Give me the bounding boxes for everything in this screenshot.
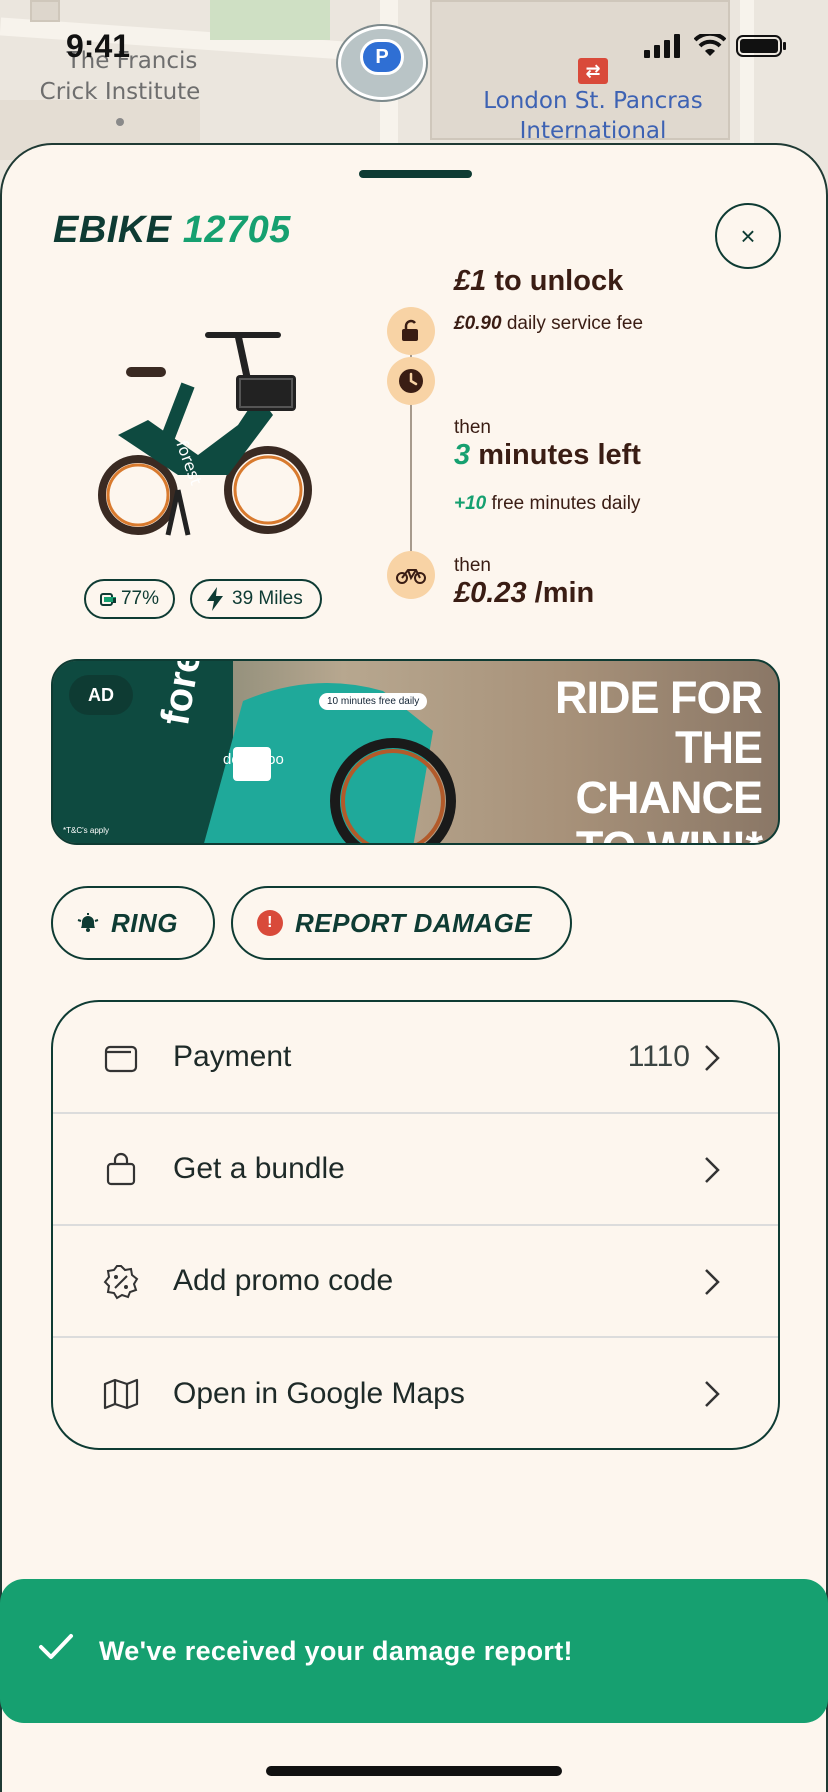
unlock-price-label: to unlock [486, 265, 624, 297]
then-label-2: then [454, 555, 491, 576]
close-icon: × [740, 220, 756, 251]
map-label-st-pancras: London St. Pancras [483, 88, 703, 114]
ad-deliveroo-text: deliveroo [223, 751, 284, 768]
menu-item-payment[interactable]: Payment 1110 [53, 1002, 778, 1114]
parking-icon: P [360, 39, 404, 75]
battery-status-icon [736, 35, 786, 57]
cellular-signal-icon [644, 34, 680, 58]
per-minute-rate-unit: /min [526, 577, 595, 609]
lightning-icon [207, 587, 223, 611]
battery-chip: 77% [84, 579, 175, 619]
menu-item-google-maps[interactable]: Open in Google Maps [53, 1338, 778, 1448]
alert-icon: ! [257, 910, 283, 936]
bike-title-prefix: EBIKE [53, 209, 172, 251]
ad-headline: RIDE FOR THE CHANCE ← TO WIN!* [482, 672, 763, 844]
report-damage-label: REPORT DAMAGE [295, 907, 533, 938]
per-minute-rate-value: £0.23 [454, 577, 527, 609]
wallet-icon [104, 1045, 138, 1073]
ad-headline-line-3: ← TO WIN!* [482, 823, 763, 844]
minutes-left-label: minutes left [470, 439, 641, 471]
google-maps-label: Open in Google Maps [173, 1377, 465, 1410]
range-chip: 39 Miles [190, 579, 322, 619]
bicycle-icon [396, 569, 426, 584]
sheet-grabber[interactable] [359, 170, 472, 178]
unlock-price: £1 to unlock [454, 265, 623, 298]
payment-label: Payment [173, 1040, 292, 1073]
menu-item-bundle[interactable]: Get a bundle [53, 1114, 778, 1226]
chevron-right-icon [705, 1381, 720, 1407]
bundle-label: Get a bundle [173, 1152, 345, 1185]
shopping-bag-icon [106, 1152, 136, 1186]
free-minutes: +10 free minutes daily [454, 493, 640, 515]
minutes-left-value: 3 [454, 439, 471, 471]
ebike-image: forest [98, 332, 312, 536]
close-button[interactable]: × [715, 203, 781, 269]
map-label-international: International [519, 118, 667, 144]
rail-station-icon: ⇄ [578, 58, 608, 84]
ad-frame-text: 10 minutes free daily [319, 693, 428, 710]
chevron-right-icon [705, 1045, 720, 1071]
free-minutes-label: free minutes daily [486, 493, 641, 514]
ad-badge: AD [69, 675, 133, 715]
wifi-icon [694, 34, 726, 56]
service-fee-value: £0.90 [454, 313, 502, 334]
ad-headline-line-1: RIDE FOR [554, 672, 763, 723]
chevron-right-icon [705, 1157, 720, 1183]
per-minute-rate: £0.23 /min [454, 577, 594, 610]
ad-banner[interactable]: forest 10 minutes free daily deliveroo A… [51, 659, 780, 845]
battery-icon [100, 592, 116, 606]
bike-title-number: 12705 [182, 209, 291, 251]
service-fee: £0.90 daily service fee [454, 313, 643, 335]
bell-icon [77, 913, 99, 932]
discount-badge-icon [103, 1265, 139, 1300]
damage-report-toast[interactable]: We've received your damage report! [0, 1579, 828, 1723]
unlock-step [387, 307, 435, 355]
then-label-1: then [454, 417, 491, 438]
chevron-right-icon [705, 1269, 720, 1295]
ad-fine-print: *T&C's apply [63, 826, 109, 835]
range-value: 39 Miles [232, 588, 303, 609]
ad-headline-line-2: THE CHANCE [575, 722, 763, 823]
map-poi-dot [116, 118, 124, 126]
menu-item-promo[interactable]: Add promo code [53, 1226, 778, 1338]
battery-level: 77% [120, 588, 159, 609]
ring-button-label: RING [111, 907, 178, 938]
rate-step [387, 551, 435, 599]
bike-title: EBIKE 12705 [53, 209, 291, 252]
service-fee-label: daily service fee [501, 313, 644, 334]
minutes-step [387, 357, 435, 405]
status-icons [644, 34, 788, 58]
free-minutes-value: +10 [454, 493, 487, 514]
bike-details-sheet: EBIKE 12705 × forest 77% 39 Miles £1 to … [0, 143, 828, 1792]
unlock-price-value: £1 [454, 265, 487, 297]
unlock-icon [402, 319, 418, 341]
report-damage-button[interactable]: ! REPORT DAMAGE [231, 886, 572, 960]
promo-label: Add promo code [173, 1264, 394, 1297]
ring-button[interactable]: RING [51, 886, 215, 960]
toast-message: We've received your damage report! [99, 1635, 573, 1666]
payment-card-last4: 1110 [627, 1040, 690, 1073]
home-indicator[interactable] [266, 1766, 562, 1776]
parking-marker[interactable]: P [338, 26, 426, 100]
map-label-crick-2: Crick Institute [39, 79, 201, 105]
status-time: 9:41 [66, 28, 131, 64]
minutes-left: 3 minutes left [454, 439, 641, 472]
map-icon [103, 1378, 139, 1410]
checkmark-icon [39, 1634, 73, 1659]
options-menu: Payment 1110 Get a bundle Add promo code [51, 1000, 780, 1450]
clock-icon [399, 369, 423, 393]
